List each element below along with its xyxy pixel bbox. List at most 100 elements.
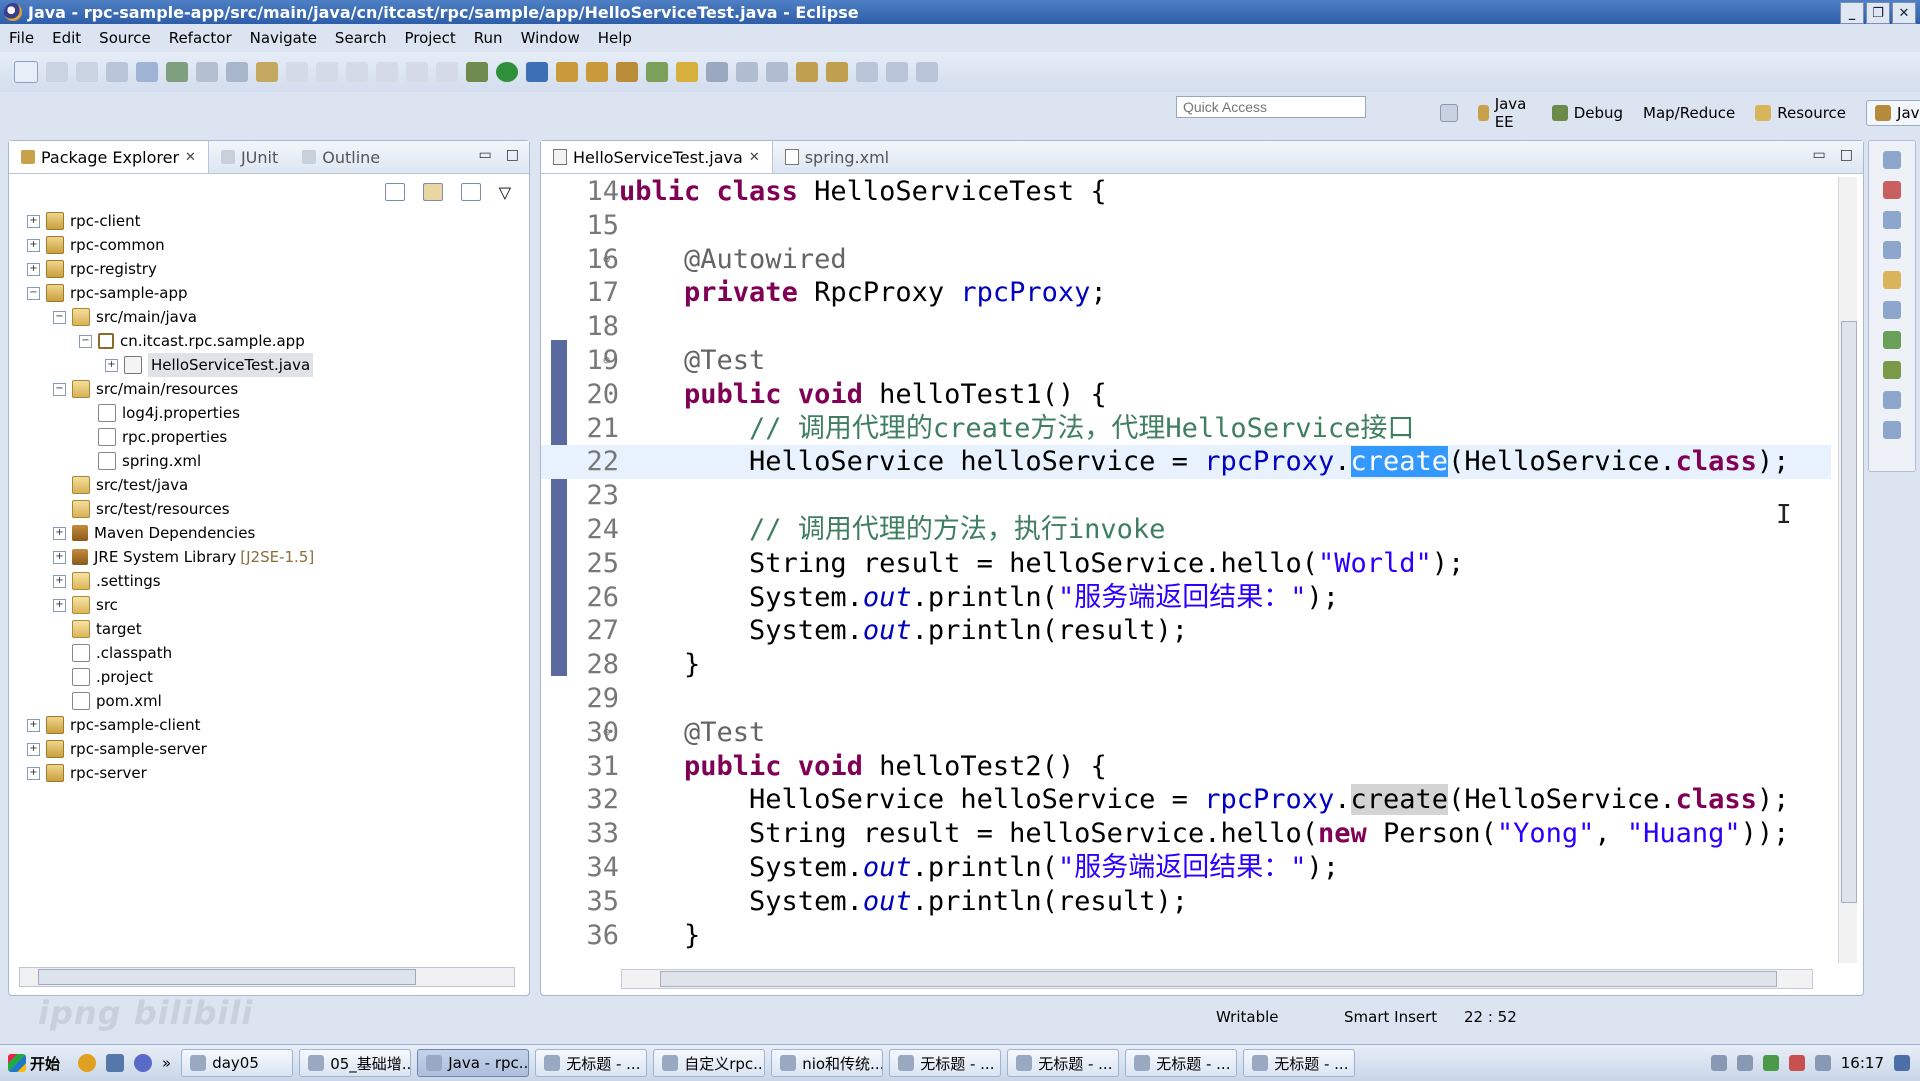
taskbar-item[interactable]: 无标题 - ...: [1243, 1049, 1356, 1077]
new-class-icon[interactable]: [616, 62, 638, 82]
code-line[interactable]: 27 System.out.println(result);: [541, 614, 1831, 648]
tree-item[interactable]: + rpc-sample-client: [27, 713, 201, 737]
annotation-icon[interactable]: [706, 62, 728, 82]
tree-item[interactable]: − src/main/java: [53, 305, 197, 329]
show-desktop-icon[interactable]: [1894, 1055, 1910, 1071]
run-external-icon[interactable]: [526, 62, 548, 82]
close-tab-icon[interactable]: ✕: [185, 150, 196, 165]
tree-item[interactable]: − src/main/resources: [53, 377, 238, 401]
last-edit-icon[interactable]: [856, 62, 878, 82]
code-line[interactable]: 19 ⊖ @Test: [541, 344, 1831, 378]
next-annotation-icon[interactable]: [796, 62, 818, 82]
undo-icon[interactable]: [286, 62, 308, 82]
minimize-button[interactable]: _: [1840, 2, 1864, 24]
tree-item[interactable]: + rpc-common: [27, 233, 165, 257]
perspective-resource[interactable]: Resource: [1755, 104, 1846, 122]
suspend-icon[interactable]: [406, 62, 428, 82]
editor-vertical-scrollbar[interactable]: [1838, 177, 1857, 963]
filter-icon[interactable]: [460, 183, 481, 201]
code-line[interactable]: 29: [541, 682, 1831, 716]
code-line[interactable]: 26 System.out.println("服务端返回结果：");: [541, 581, 1831, 615]
refresh-icon[interactable]: [166, 62, 188, 82]
perspective-debug[interactable]: Debug: [1551, 104, 1623, 122]
close-tab-icon[interactable]: ✕: [749, 150, 760, 165]
tab-package-explorer[interactable]: Package Explorer ✕: [9, 141, 209, 173]
close-window-button[interactable]: ✕: [1892, 2, 1916, 24]
maximize-editor-icon[interactable]: □: [1840, 147, 1853, 163]
code-line[interactable]: 32 HelloService helloService = rpcProxy.…: [541, 783, 1831, 817]
usb-icon[interactable]: [1736, 1055, 1753, 1071]
taskbar-item[interactable]: 无标题 - ...: [1007, 1049, 1120, 1077]
tab-helloservicetest-java[interactable]: HelloServiceTest.java ✕: [541, 141, 773, 173]
progress-icon[interactable]: [1883, 361, 1901, 379]
taskbar-item[interactable]: day05: [181, 1049, 294, 1077]
tab-junit[interactable]: JUnit: [209, 141, 290, 173]
volume-icon[interactable]: [1814, 1055, 1831, 1071]
fold-toggle-icon[interactable]: ⊖: [603, 343, 610, 377]
code-line[interactable]: 23: [541, 479, 1831, 513]
security-icon[interactable]: [1762, 1055, 1779, 1071]
tree-item[interactable]: + src: [53, 593, 118, 617]
code-line[interactable]: 22 HelloService helloService = rpcProxy.…: [541, 445, 1831, 480]
tree-item[interactable]: pom.xml: [53, 689, 162, 713]
code-line[interactable]: 34 System.out.println("服务端返回结果：");: [541, 851, 1831, 885]
data-source-icon[interactable]: [1883, 421, 1901, 439]
code-line[interactable]: 24 // 调用代理的方法，执行invoke: [541, 513, 1831, 547]
forward-icon[interactable]: [916, 62, 938, 82]
open-type-icon[interactable]: [646, 62, 668, 82]
taskbar-item[interactable]: 无标题 - ...: [1125, 1049, 1238, 1077]
tree-expander-icon[interactable]: +: [27, 238, 40, 252]
code-line[interactable]: 15: [541, 209, 1831, 243]
fold-toggle-icon[interactable]: ⊖: [603, 242, 610, 276]
tree-expander-icon[interactable]: −: [79, 334, 92, 348]
code-line[interactable]: 17 private RpcProxy rpcProxy;: [541, 276, 1831, 310]
quick-access-input[interactable]: [1176, 96, 1366, 118]
format-icon[interactable]: [226, 62, 248, 82]
tree-item[interactable]: − cn.itcast.rpc.sample.app: [79, 329, 305, 353]
media-icon[interactable]: [134, 1054, 153, 1072]
code-line[interactable]: 25 String result = helloService.hello("W…: [541, 547, 1831, 581]
new-server-icon[interactable]: [136, 62, 158, 82]
tray-app-icon[interactable]: [1788, 1055, 1805, 1071]
fold-toggle-icon[interactable]: ⊖: [603, 715, 610, 749]
perspective-java[interactable]: Java: [1866, 100, 1920, 126]
code-line[interactable]: 28 }: [541, 648, 1831, 682]
perspective-java-ee[interactable]: Java EE: [1478, 95, 1532, 131]
menu-window[interactable]: Window: [512, 29, 589, 47]
editor-horizontal-scrollbar[interactable]: [621, 969, 1813, 989]
servers-icon[interactable]: [1883, 181, 1901, 199]
tree-item[interactable]: + rpc-server: [27, 761, 147, 785]
tree-expander-icon[interactable]: +: [27, 766, 40, 780]
tree-item[interactable]: log4j.properties: [79, 401, 240, 425]
chrome-icon[interactable]: [78, 1054, 97, 1072]
skip-breakpoints-icon[interactable]: [196, 62, 218, 82]
tab-spring-xml[interactable]: spring.xml: [773, 141, 901, 173]
taskbar-item[interactable]: Java - rpc...: [417, 1049, 530, 1077]
back-icon[interactable]: [886, 62, 908, 82]
print-icon[interactable]: [106, 62, 128, 82]
tree-expander-icon[interactable]: −: [27, 286, 40, 300]
code-line[interactable]: 33 String result = helloService.hello(ne…: [541, 817, 1831, 851]
problems-icon[interactable]: [1883, 331, 1901, 349]
code-line[interactable]: 18: [541, 310, 1831, 344]
tasks-icon[interactable]: [1883, 391, 1901, 409]
javadoc-icon[interactable]: [1883, 211, 1901, 229]
maximize-button[interactable]: ❐: [1866, 2, 1890, 24]
tree-item[interactable]: target: [53, 617, 142, 641]
code-line[interactable]: 30 ⊖ @Test: [541, 716, 1831, 750]
tree-item[interactable]: − rpc-sample-app: [27, 281, 188, 305]
tree-item[interactable]: src/test/resources: [53, 497, 230, 521]
open-perspective-button[interactable]: [1440, 104, 1458, 122]
code-line[interactable]: 21 // 调用代理的create方法，代理HelloService接口: [541, 412, 1831, 446]
taskbar-item[interactable]: 无标题 - ...: [889, 1049, 1002, 1077]
resume-icon[interactable]: [376, 62, 398, 82]
tree-item[interactable]: .project: [53, 665, 153, 689]
new-java-project-icon[interactable]: [556, 62, 578, 82]
step-icon[interactable]: [346, 62, 368, 82]
tab-outline[interactable]: Outline: [290, 141, 392, 173]
search-view-icon[interactable]: [1883, 271, 1901, 289]
console-icon[interactable]: [1883, 301, 1901, 319]
perspective-map-reduce[interactable]: Map/Reduce: [1643, 104, 1735, 122]
declaration-icon[interactable]: [1883, 241, 1901, 259]
scrollbar-thumb[interactable]: [38, 969, 416, 985]
